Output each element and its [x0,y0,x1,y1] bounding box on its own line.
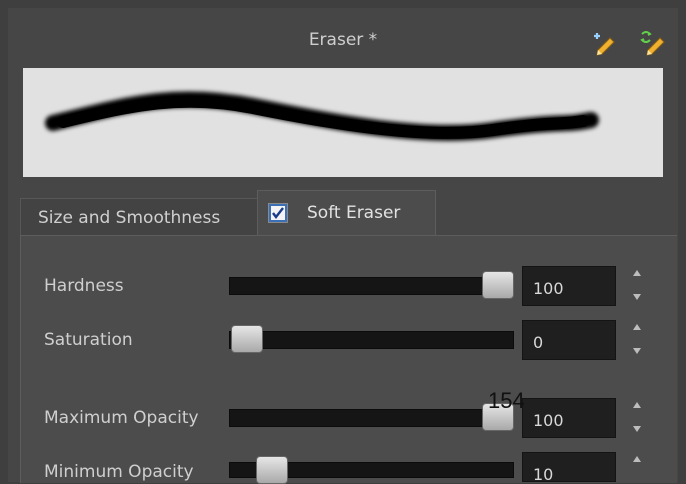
saturation-value: 0 [533,333,544,352]
spin-up-icon[interactable] [633,402,641,408]
tab-size-and-smoothness-label: Size and Smoothness [38,208,221,228]
hardness-value-field[interactable]: 100 [522,266,616,306]
hardness-label: Hardness [44,276,124,296]
minimum-opacity-label: Minimum Opacity [44,462,194,482]
maximum-opacity-spinner[interactable] [632,398,642,438]
tab-size-and-smoothness[interactable]: Size and Smoothness [20,198,258,235]
saturation-spinner[interactable] [632,320,642,360]
spin-up-icon[interactable] [633,456,641,462]
spin-up-icon[interactable] [633,324,641,330]
spin-down-icon[interactable] [633,426,641,432]
stroke-preview [23,68,663,177]
hardness-spinner[interactable] [632,266,642,306]
maximum-opacity-label: Maximum Opacity [44,408,199,428]
minimum-opacity-value-field[interactable]: 10 [522,452,616,484]
hardness-slider-handle[interactable] [482,271,514,299]
soft-eraser-checkbox[interactable] [268,203,288,223]
hardness-value: 100 [533,279,564,298]
maximum-opacity-value: 100 [533,411,564,430]
title-bar: Eraser * [8,8,678,66]
tab-soft-eraser[interactable]: Soft Eraser [257,190,436,236]
spin-down-icon[interactable] [633,348,641,354]
minimum-opacity-slider-handle[interactable] [256,456,288,484]
maximum-opacity-value-field[interactable]: 100 [522,398,616,438]
saturation-value-field[interactable]: 0 [522,320,616,360]
hardness-slider-track[interactable] [229,277,514,295]
checkmark-icon [269,204,287,222]
maximum-opacity-slider-track[interactable] [229,409,514,427]
saturation-slider-track[interactable] [229,331,514,349]
page-number-overlay: 154 [488,388,525,413]
spin-down-icon[interactable] [633,294,641,300]
refresh-preset-icon[interactable] [638,28,666,56]
minimum-opacity-spinner[interactable] [632,452,642,482]
minimum-opacity-value: 10 [533,465,554,484]
tab-soft-eraser-label: Soft Eraser [307,203,401,223]
panel-title: Eraser * [308,30,378,50]
saturation-label: Saturation [44,330,133,350]
spin-up-icon[interactable] [633,270,641,276]
saturation-slider-handle[interactable] [231,325,263,353]
add-preset-icon[interactable] [588,28,616,56]
